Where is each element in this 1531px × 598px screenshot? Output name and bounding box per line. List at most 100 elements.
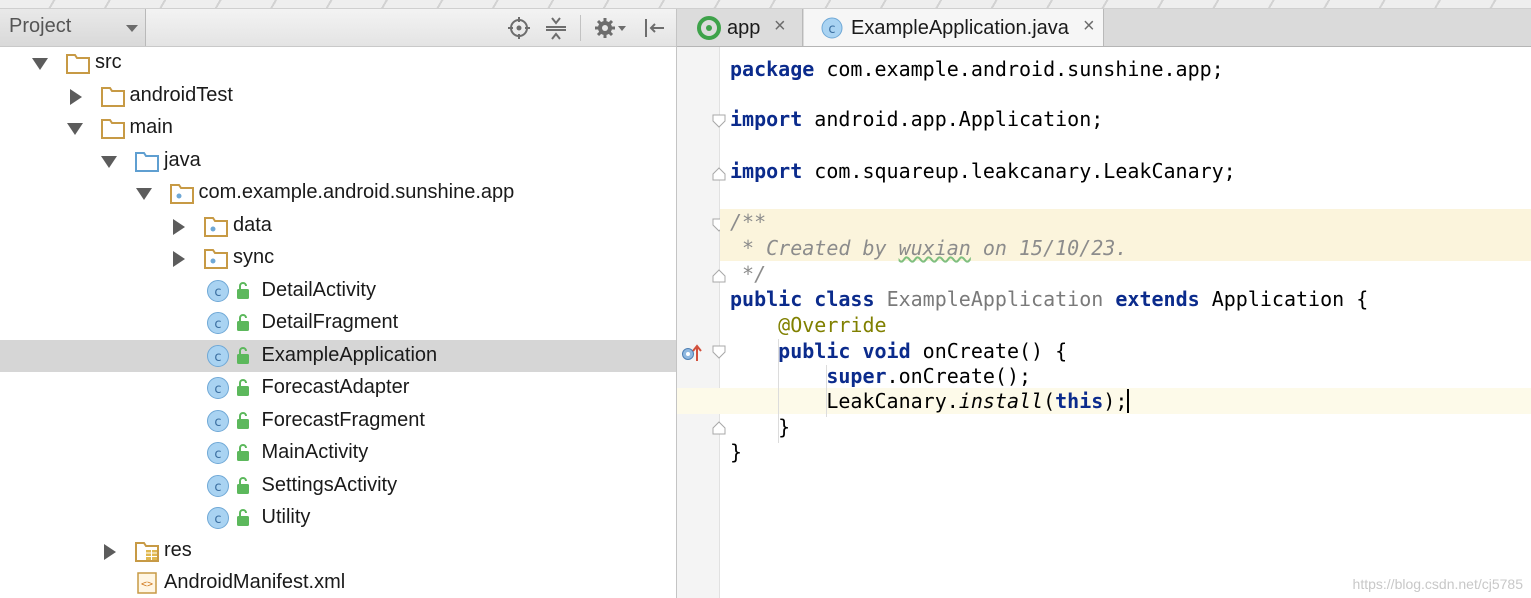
toolbar-separator: [580, 15, 581, 41]
editor-tab-bar: app × c ExampleApplication.java ×: [677, 9, 1531, 47]
tree-item-res[interactable]: res: [0, 535, 676, 567]
editor-gutter[interactable]: [677, 47, 726, 598]
chevron-right-icon[interactable]: [173, 218, 185, 235]
tree-item-main[interactable]: main: [0, 112, 676, 144]
svg-text:c: c: [214, 512, 221, 527]
tab-label: ExampleApplication.java: [851, 17, 1069, 39]
text-caret: [1127, 389, 1130, 413]
code-line-class-close: }: [730, 440, 743, 464]
code-line-package: package com.example.android.sunshine.app…: [730, 57, 1224, 81]
project-view-selector[interactable]: Project: [0, 9, 146, 46]
tree-item-label: AndroidManifest.xml: [164, 571, 346, 593]
svg-text:c: c: [214, 317, 221, 332]
svg-text:c: c: [214, 350, 221, 365]
svg-text:c: c: [828, 22, 835, 37]
tree-item-label: ForecastFragment: [261, 408, 425, 431]
code-line-doc-close: */: [730, 262, 767, 286]
chevron-right-icon[interactable]: [104, 543, 116, 560]
tree-item-label: ForecastAdapter: [261, 376, 410, 398]
svg-text:c: c: [214, 382, 221, 397]
tab-label: app: [727, 17, 761, 39]
svg-text:c: c: [214, 285, 221, 300]
tree-item-mainactivity[interactable]: c MainActivity: [0, 437, 676, 469]
package-icon: [204, 215, 228, 237]
svg-text:c: c: [214, 480, 221, 495]
class-icon: c: [206, 311, 252, 334]
class-icon: c: [206, 344, 252, 367]
tree-item-settingsactivity[interactable]: c SettingsActivity: [0, 470, 676, 502]
tree-item-forecastfragment[interactable]: c ForecastFragment: [0, 405, 676, 437]
xml-file-icon: <>: [135, 572, 159, 594]
tree-item-label: src: [95, 51, 122, 73]
tree-item-detailactivity[interactable]: c DetailActivity: [0, 275, 676, 307]
java-class-icon: c: [820, 16, 844, 45]
chevron-down-icon[interactable]: [66, 123, 83, 135]
tree-item-label: SettingsActivity: [261, 473, 398, 496]
tree-item-label: data: [233, 213, 272, 236]
project-view-label: Project: [9, 15, 72, 37]
folder-icon: [100, 117, 125, 139]
chevron-right-icon[interactable]: [69, 88, 82, 105]
tree-item-utility[interactable]: c Utility: [0, 502, 676, 534]
gear-icon[interactable]: [593, 15, 629, 41]
code-line-class-declaration: public class ExampleApplication extends …: [730, 287, 1369, 311]
tree-item-label: ExampleApplication: [261, 343, 438, 366]
android-run-config-icon: [697, 16, 721, 45]
tab-app[interactable]: app ×: [677, 9, 803, 46]
code-line-oncreate-signature: public void onCreate() {: [778, 339, 1068, 363]
code-text-area[interactable]: package com.example.android.sunshine.app…: [677, 47, 1531, 598]
tree-item-exampleapplication[interactable]: c ExampleApplication: [0, 339, 676, 372]
tree-item-label: DetailFragment: [261, 311, 399, 333]
class-icon: c: [206, 506, 252, 529]
close-icon[interactable]: ×: [1083, 16, 1095, 36]
tree-item-label: MainActivity: [261, 441, 369, 463]
code-line-method-close: }: [778, 415, 791, 439]
chevron-down-icon[interactable]: [101, 155, 117, 168]
chevron-right-icon[interactable]: [173, 251, 185, 267]
tree-item-label: res: [164, 538, 192, 561]
code-line-doc-created-by: * Created by wuxian on 15/10/23.: [730, 236, 1128, 260]
tree-item-label: main: [129, 116, 173, 138]
watermark-text: https://blog.csdn.net/cj5785: [1352, 576, 1523, 592]
project-toolbar: Project: [0, 9, 676, 47]
tree-item-androidmanifest-xml[interactable]: <> AndroidManifest.xml: [0, 567, 676, 598]
resource-folder-icon: [135, 540, 159, 562]
tree-item-src[interactable]: src: [0, 47, 676, 79]
tree-item-detailfragment[interactable]: c DetailFragment: [0, 307, 676, 339]
code-editor: app × c ExampleApplication.java × packag…: [677, 9, 1531, 598]
tree-item-label: sync: [233, 246, 275, 268]
folder-icon: [66, 52, 90, 74]
code-line-import-leakcanary: import com.squareup.leakcanary.LeakCanar…: [730, 159, 1236, 183]
package-icon: [169, 182, 194, 204]
tab-example-application-java[interactable]: c ExampleApplication.java ×: [804, 9, 1104, 46]
tree-item-androidtest[interactable]: androidTest: [0, 80, 676, 112]
project-tool-window: Project src androidTest main java com.exampl…: [0, 9, 677, 598]
tree-item-sync[interactable]: sync: [0, 242, 676, 274]
tree-item-data[interactable]: data: [0, 210, 676, 242]
hide-icon[interactable]: [641, 15, 667, 41]
collapse-icon[interactable]: [543, 15, 569, 41]
package-icon: [204, 247, 228, 269]
source-folder-icon: [135, 150, 159, 172]
class-icon: c: [206, 409, 252, 432]
class-icon: c: [206, 474, 252, 497]
class-icon: c: [206, 441, 252, 464]
chevron-down-icon[interactable]: [32, 58, 48, 70]
chevron-down-icon[interactable]: [135, 188, 152, 200]
svg-text:<>: <>: [141, 579, 153, 590]
override-marker-icon[interactable]: [681, 343, 703, 368]
class-icon: c: [206, 376, 252, 399]
code-line-override: @Override: [778, 313, 887, 337]
class-icon: c: [206, 279, 252, 302]
tree-item-label: com.example.android.sunshine.app: [198, 181, 515, 203]
tree-item-label: java: [164, 148, 201, 171]
close-icon[interactable]: ×: [774, 16, 786, 36]
svg-text:c: c: [214, 415, 221, 430]
code-line-import-application: import android.app.Application;: [730, 107, 1104, 131]
tree-item-forecastadapter[interactable]: c ForecastAdapter: [0, 372, 676, 404]
tree-item-java[interactable]: java: [0, 145, 676, 177]
tree-item-com-example-android-sunshine-app[interactable]: com.example.android.sunshine.app: [0, 177, 676, 209]
tree-item-label: androidTest: [129, 83, 233, 106]
svg-text:c: c: [214, 447, 221, 462]
target-icon[interactable]: [506, 15, 532, 41]
